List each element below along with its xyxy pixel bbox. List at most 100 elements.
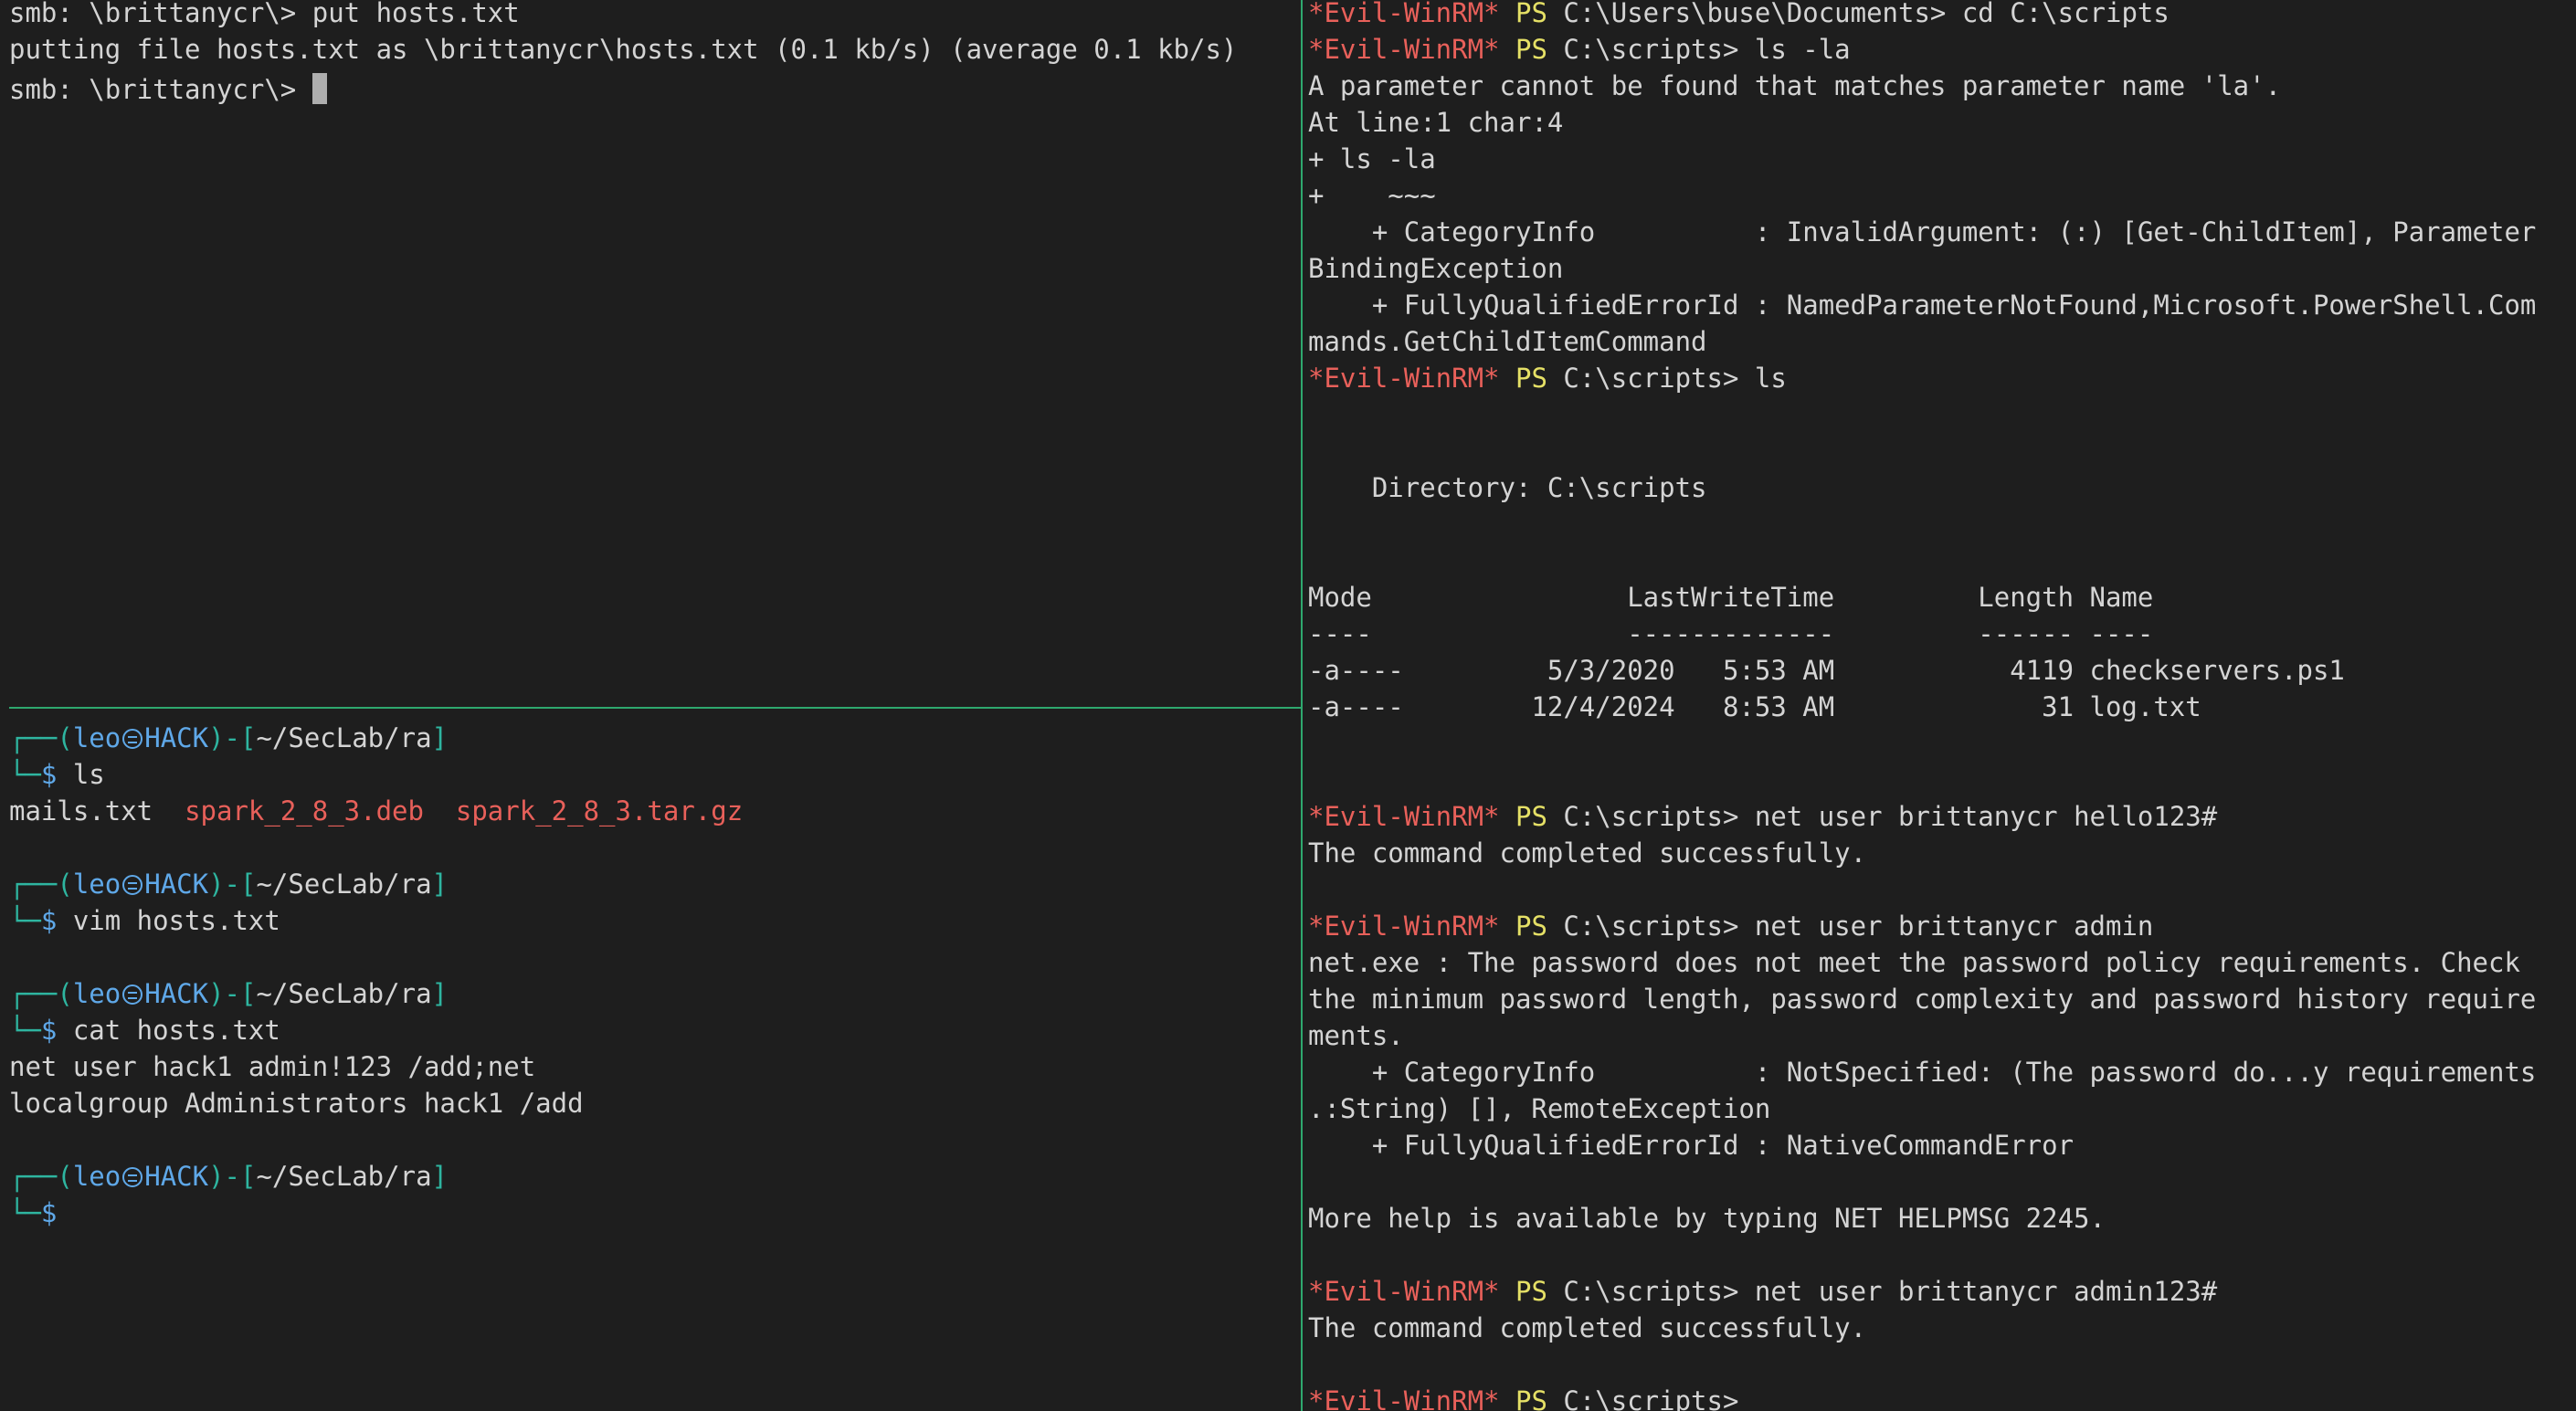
ps-label: PS xyxy=(1515,801,1547,832)
ps-label: PS xyxy=(1515,363,1547,394)
prompt-dollar: $ xyxy=(40,759,73,790)
winrm-prompt-line: *Evil-WinRM* PS C:\scripts> ls -la xyxy=(1308,37,2536,73)
prompt-bracket: ] xyxy=(431,722,448,753)
file-name: mails.txt xyxy=(9,795,185,827)
evil-winrm-pane[interactable]: *Evil-WinRM* PS C:\Users\buse\Documents>… xyxy=(1304,0,2576,1411)
ls-output: mails.txt spark_2_8_3.deb spark_2_8_3.ta… xyxy=(9,798,743,835)
pane-divider-vertical[interactable] xyxy=(1301,0,1303,1411)
kali-shell-output: ┌──(leo HACK)-[~/SecLab/ra] └─$ ls mails.… xyxy=(9,725,743,1237)
winrm-prompt-name: *Evil-WinRM* xyxy=(1308,911,1500,942)
prompt-separator: )-[ xyxy=(208,869,257,900)
prompt-corner: └─ xyxy=(9,1015,41,1046)
table-header: Mode LastWriteTime Length Name xyxy=(1308,582,2154,613)
prompt-corner: ┌──( xyxy=(9,1161,73,1192)
prompt-user: leo xyxy=(72,722,121,753)
ps-label: PS xyxy=(1515,0,1547,28)
winrm-prompt-name: *Evil-WinRM* xyxy=(1308,1385,1500,1411)
winrm-prompt-name: *Evil-WinRM* xyxy=(1308,1276,1500,1307)
smb-prompt-line: smb: \brittanycr\> xyxy=(9,73,1237,110)
prompt-corner: └─ xyxy=(9,905,41,936)
winrm-prompt-line: *Evil-WinRM* PS C:\scripts> ls xyxy=(1308,365,2536,402)
winrm-prompt-name: *Evil-WinRM* xyxy=(1308,363,1500,394)
skull-icon xyxy=(122,1167,143,1187)
prompt-path: ~/SecLab/ra xyxy=(256,978,432,1009)
winrm-prompt-line: *Evil-WinRM* PS C:\scripts> net user bri… xyxy=(1308,913,2536,950)
shell-command: ls xyxy=(72,759,105,790)
winrm-prompt-line: *Evil-WinRM* PS C:\Users\buse\Documents>… xyxy=(1308,0,2536,37)
error-line: + CategoryInfo : InvalidArgument: (:) [G… xyxy=(1308,216,2537,247)
prompt-corner: ┌──( xyxy=(9,869,73,900)
error-line: + CategoryInfo : NotSpecified: (The pass… xyxy=(1308,1057,2537,1088)
archive-file-name: spark_2_8_3.tar.gz xyxy=(455,795,744,827)
prompt-dollar: $ xyxy=(40,1197,73,1228)
ps-label: PS xyxy=(1515,1385,1547,1411)
error-line: At line:1 char:4 xyxy=(1308,107,1564,138)
winrm-prompt-line: *Evil-WinRM* PS C:\scripts> net user bri… xyxy=(1308,1279,2536,1315)
shell-command: C:\scripts> net user brittanycr hello123… xyxy=(1547,801,2218,832)
terminal-line: More help is available by typing NET HEL… xyxy=(1308,1203,2106,1234)
archive-file-name: spark_2_8_3.deb xyxy=(185,795,424,827)
evil-winrm-output: *Evil-WinRM* PS C:\Users\buse\Documents>… xyxy=(1308,0,2536,1411)
error-line: + FullyQualifiedErrorId : NativeCommandE… xyxy=(1308,1130,2075,1161)
winrm-prompt-name: *Evil-WinRM* xyxy=(1308,0,1500,28)
shell-command-line: └─$ cat hosts.txt xyxy=(9,1017,743,1054)
shell-prompt-header: ┌──(leo HACK)-[~/SecLab/ra] xyxy=(9,725,743,762)
shell-command-line: └─$ vim hosts.txt xyxy=(9,908,743,944)
error-line: .:String) [], RemoteException xyxy=(1308,1093,1771,1124)
smbclient-pane[interactable]: smb: \brittanycr\> put hosts.txt putting… xyxy=(0,0,1301,708)
prompt-bracket: ] xyxy=(431,869,448,900)
shell-command-line: └─$ ls xyxy=(9,762,743,798)
error-line: BindingException xyxy=(1308,253,1564,284)
prompt-separator: )-[ xyxy=(208,722,257,753)
prompt-host: HACK xyxy=(144,869,209,900)
error-line: the minimum password length, password co… xyxy=(1308,984,2537,1015)
error-line: net.exe : The password does not meet the… xyxy=(1308,947,2520,978)
error-line: + ls -la xyxy=(1308,143,1436,174)
prompt-dollar: $ xyxy=(40,1015,73,1046)
shell-command: vim hosts.txt xyxy=(72,905,280,936)
skull-icon xyxy=(122,875,143,895)
table-row: -a---- 5/3/2020 5:53 AM 4119 checkserver… xyxy=(1308,655,2345,686)
winrm-prompt-name: *Evil-WinRM* xyxy=(1308,34,1500,65)
shell-prompt-header: ┌──(leo HACK)-[~/SecLab/ra] xyxy=(9,981,743,1017)
prompt-host: HACK xyxy=(144,722,209,753)
prompt-host: HACK xyxy=(144,978,209,1009)
prompt-corner: └─ xyxy=(9,1197,41,1228)
skull-icon xyxy=(122,729,143,749)
shell-command: C:\Users\buse\Documents> cd C:\scripts xyxy=(1547,0,2170,28)
prompt-user: leo xyxy=(72,1161,121,1192)
pane-divider-horizontal[interactable] xyxy=(9,707,1301,709)
prompt-separator: )-[ xyxy=(208,978,257,1009)
error-line: ments. xyxy=(1308,1020,1404,1051)
skull-icon xyxy=(122,985,143,1005)
error-line: + ~~~ xyxy=(1308,180,1436,211)
ps-label: PS xyxy=(1515,34,1547,65)
prompt-bracket: ] xyxy=(431,978,448,1009)
terminal-line: localgroup Administrators hack1 /add xyxy=(9,1088,584,1119)
winrm-prompt-line: *Evil-WinRM* PS C:\scripts> net user bri… xyxy=(1308,804,2536,840)
prompt-path: ~/SecLab/ra xyxy=(256,722,432,753)
shell-command: C:\scripts> net user brittanycr admin xyxy=(1547,911,2154,942)
terminal-line: The command completed successfully. xyxy=(1308,837,1867,869)
shell-prompt-header: ┌──(leo HACK)-[~/SecLab/ra] xyxy=(9,1164,743,1200)
winrm-prompt-line: *Evil-WinRM* PS C:\scripts> xyxy=(1308,1388,2536,1411)
kali-shell-pane[interactable]: ┌──(leo HACK)-[~/SecLab/ra] └─$ ls mails.… xyxy=(0,709,1301,1411)
table-rule: ---- ------------- ------ ---- xyxy=(1308,618,2154,649)
ps-label: PS xyxy=(1515,1276,1547,1307)
prompt-separator: )-[ xyxy=(208,1161,257,1192)
shell-prompt-header: ┌──(leo HACK)-[~/SecLab/ra] xyxy=(9,871,743,908)
terminal-line: net user hack1 admin!123 /add;net xyxy=(9,1051,536,1082)
prompt-user: leo xyxy=(72,978,121,1009)
